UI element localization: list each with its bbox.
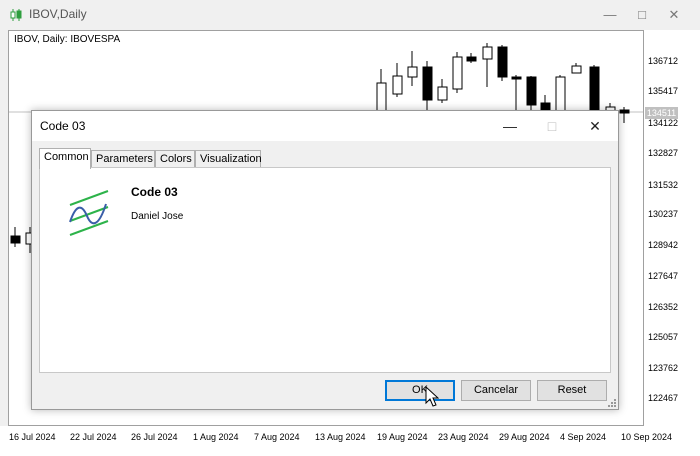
tab-parameters[interactable]: Parameters [91, 150, 155, 168]
price-label: 125057 [648, 332, 679, 342]
candle-body [571, 65, 582, 74]
minimize-button[interactable]: — [595, 4, 625, 26]
current-price-label: 134511 [645, 107, 678, 119]
resize-grip-icon[interactable] [608, 399, 616, 407]
time-label: 13 Aug 2024 [315, 432, 366, 442]
time-label: 19 Aug 2024 [377, 432, 428, 442]
common-tab-panel: Code 03 Daniel Jose [39, 167, 611, 373]
cancel-button[interactable]: Cancelar [461, 380, 531, 401]
candle-body [437, 86, 448, 101]
maximize-button[interactable]: □ [627, 4, 657, 26]
window-title: IBOV,Daily [29, 7, 87, 21]
indicator-wave-icon [69, 190, 109, 236]
dialog-titlebar[interactable]: Code 03 — □ ✕ [32, 111, 618, 141]
time-label: 10 Sep 2024 [621, 432, 673, 442]
candle-body [392, 75, 403, 95]
price-label: 123762 [648, 363, 679, 373]
maximize-icon: □ [547, 118, 557, 134]
dialog-close-button[interactable]: ✕ [577, 115, 613, 137]
price-label: 128942 [648, 240, 679, 250]
tab-visualization[interactable]: Visualization [195, 150, 262, 168]
close-icon: ✕ [589, 118, 601, 134]
reset-button[interactable]: Reset [537, 380, 607, 401]
candle-body [482, 46, 493, 60]
price-label: 132827 [648, 148, 679, 158]
candle-body [452, 56, 463, 90]
candle-body [407, 66, 418, 78]
close-icon: ✕ [668, 7, 680, 22]
time-label: 29 Aug 2024 [499, 432, 550, 442]
candle-body [589, 66, 600, 117]
price-label: 134122 [648, 118, 679, 128]
candlestick-chart-icon [10, 9, 22, 21]
price-label: 131532 [648, 180, 679, 190]
indicator-name: Code 03 [131, 185, 178, 199]
time-label: 22 Jul 2024 [70, 432, 117, 442]
mouse-cursor-icon [425, 386, 439, 407]
time-label: 23 Aug 2024 [438, 432, 489, 442]
dialog-title: Code 03 [40, 119, 86, 133]
time-axis: 16 Jul 2024 22 Jul 2024 26 Jul 2024 1 Au… [0, 426, 700, 456]
price-label: 127647 [648, 271, 679, 281]
candle-body [526, 76, 537, 106]
dialog-maximize-button: □ [534, 115, 570, 137]
close-button[interactable]: ✕ [659, 4, 689, 26]
minimize-icon: — [603, 7, 617, 22]
time-label: 1 Aug 2024 [193, 432, 239, 442]
time-label: 26 Jul 2024 [131, 432, 178, 442]
candle-body [511, 76, 522, 80]
price-label: 126352 [648, 302, 679, 312]
indicator-author: Daniel Jose [131, 211, 184, 222]
price-axis: 136712 135417 134122 134511 132827 13153… [644, 30, 700, 426]
minimize-icon: — [503, 118, 517, 134]
price-label: 130237 [648, 209, 679, 219]
ok-button[interactable]: OK [385, 380, 455, 401]
price-label: 135417 [648, 86, 679, 96]
indicator-properties-dialog: Code 03 — □ ✕ Common Parameters Colors V… [31, 110, 619, 410]
price-label: 122467 [648, 393, 679, 403]
candle-body [422, 66, 433, 101]
candle-body [497, 46, 508, 78]
price-label: 136712 [648, 56, 679, 66]
tab-common[interactable]: Common [39, 148, 91, 169]
time-label: 4 Sep 2024 [560, 432, 607, 442]
candle-body [466, 56, 477, 62]
maximize-icon: □ [638, 7, 646, 22]
dialog-minimize-button[interactable]: — [492, 115, 528, 137]
time-label: 16 Jul 2024 [9, 432, 56, 442]
candle-body [619, 109, 630, 114]
time-label: 7 Aug 2024 [254, 432, 300, 442]
window-titlebar: IBOV,Daily — □ ✕ [0, 0, 700, 30]
candle-body [10, 235, 21, 244]
tab-colors[interactable]: Colors [155, 150, 195, 168]
